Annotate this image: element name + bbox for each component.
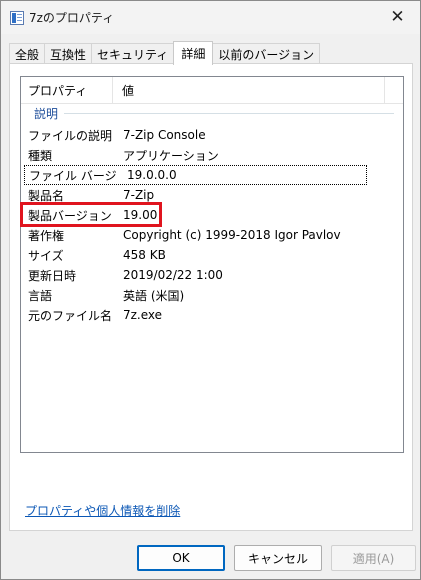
- property-value: 458 KB: [123, 248, 166, 262]
- window-title: 7zのプロパティ: [29, 11, 115, 25]
- group-divider: [64, 113, 394, 114]
- highlight-annotation: [20, 202, 162, 227]
- details-list[interactable]: プロパティ 値 説明 ファイルの説明 7-Zip Console 種類 アプリケ…: [20, 76, 404, 453]
- property-name: ファイル バージョン: [29, 168, 117, 183]
- property-name: ファイルの説明: [28, 128, 113, 143]
- property-name: サイズ: [28, 248, 64, 263]
- column-header-property[interactable]: プロパティ: [21, 77, 113, 103]
- list-item[interactable]: 言語 英語 (米国): [21, 285, 403, 305]
- column-header-value[interactable]: 値: [113, 77, 385, 103]
- list-header: プロパティ 値: [21, 77, 403, 104]
- details-panel: プロパティ 値 説明 ファイルの説明 7-Zip Console 種類 アプリケ…: [9, 63, 413, 531]
- cancel-button[interactable]: キャンセル: [234, 545, 322, 571]
- tab-security[interactable]: セキュリティ: [91, 43, 175, 64]
- group-label: 説明: [34, 107, 59, 121]
- tab-general[interactable]: 全般: [9, 43, 46, 64]
- property-name: 製品名: [28, 188, 65, 203]
- property-name: 種類: [28, 148, 53, 163]
- list-item[interactable]: サイズ 458 KB: [21, 245, 403, 265]
- title-bar[interactable]: 7zのプロパティ ✕: [1, 1, 420, 34]
- properties-dialog: 7zのプロパティ ✕ 全般 互換性 セキュリティ 詳細 以前のバージョン プロパ…: [0, 0, 421, 580]
- property-name: 言語: [28, 288, 53, 303]
- property-value: 7z.exe: [123, 308, 163, 322]
- list-item[interactable]: 著作権 Copyright (c) 1999-2018 Igor Pavlov: [21, 225, 403, 245]
- list-item[interactable]: ファイルの説明 7-Zip Console: [21, 125, 403, 145]
- property-value: 7-Zip: [123, 188, 155, 202]
- apply-button[interactable]: 適用(A): [331, 545, 416, 571]
- property-value: 英語 (米国): [123, 288, 185, 303]
- property-value: 2019/02/22 1:00: [123, 268, 223, 282]
- close-icon: ✕: [390, 6, 405, 27]
- tab-previous-versions[interactable]: 以前のバージョン: [212, 43, 321, 64]
- list-item[interactable]: 種類 アプリケーション: [21, 145, 403, 165]
- property-name: 更新日時: [28, 268, 77, 283]
- property-value: 19.0.0.0: [127, 168, 177, 182]
- property-value: 7-Zip Console: [123, 128, 206, 142]
- property-name: 元のファイル名: [28, 308, 113, 323]
- close-button[interactable]: ✕: [375, 1, 420, 32]
- tab-strip: 全般 互換性 セキュリティ 詳細 以前のバージョン: [9, 41, 321, 65]
- property-value: Copyright (c) 1999-2018 Igor Pavlov: [123, 228, 341, 242]
- property-value: アプリケーション: [123, 148, 219, 163]
- tab-details[interactable]: 詳細: [173, 41, 214, 65]
- ok-button[interactable]: OK: [137, 545, 225, 571]
- list-item[interactable]: 元のファイル名 7z.exe: [21, 305, 403, 325]
- list-item[interactable]: 更新日時 2019/02/22 1:00: [21, 265, 403, 285]
- property-name: 著作権: [28, 228, 65, 243]
- list-item-focused[interactable]: ファイル バージョン 19.0.0.0: [24, 165, 367, 185]
- remove-properties-link[interactable]: プロパティや個人情報を削除: [25, 502, 180, 519]
- file-properties-icon: [10, 10, 24, 25]
- tab-compatibility[interactable]: 互換性: [44, 43, 93, 64]
- group-header: 説明: [21, 105, 403, 122]
